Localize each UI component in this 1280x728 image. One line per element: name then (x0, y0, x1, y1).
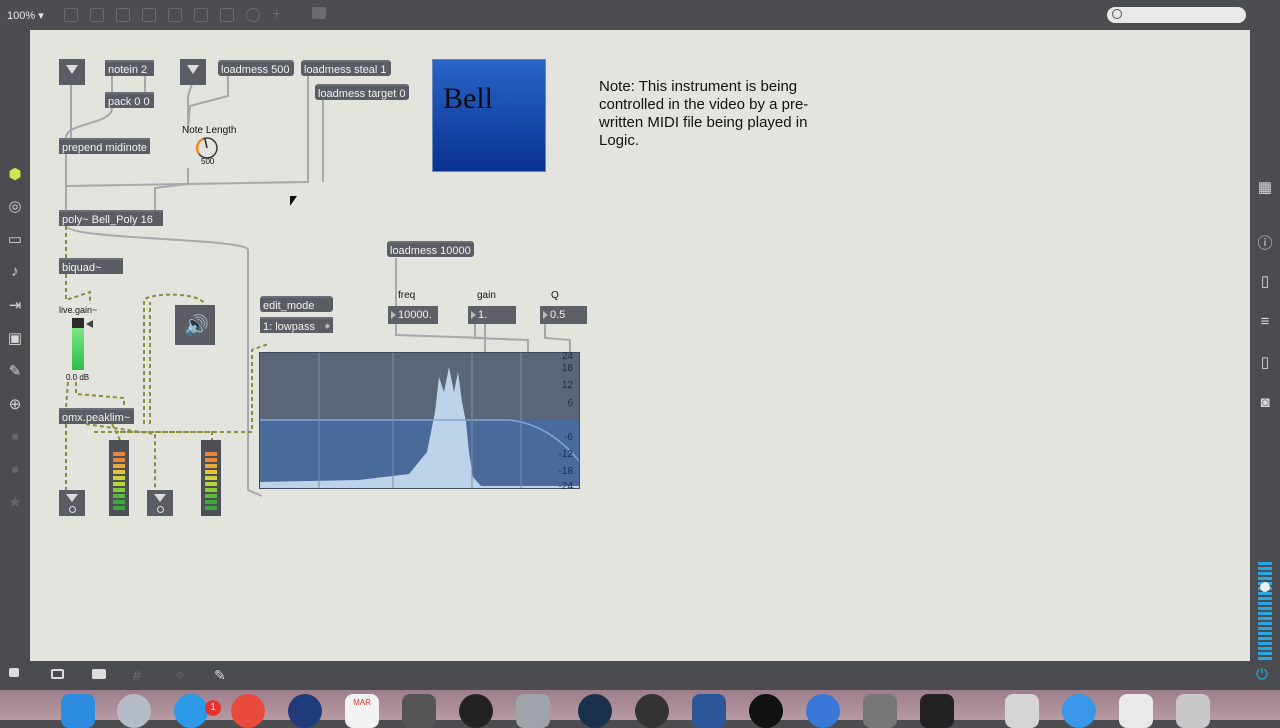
loadmess-target-object[interactable]: loadmess target 0 (315, 84, 409, 100)
speaker-icon: 🔊 (184, 315, 209, 337)
bell-title-panel: Bell (432, 59, 546, 172)
axis-label-6: 6 (567, 398, 573, 409)
live-gain-slider-handle[interactable] (72, 318, 84, 328)
mouse-cursor-icon (290, 196, 297, 206)
axis-label-neg18: -18 (558, 466, 573, 477)
axis-label-neg12: -12 (558, 449, 573, 460)
bang-arrow-icon (66, 65, 78, 74)
app-store-icon[interactable] (174, 694, 208, 728)
right-output-button[interactable] (147, 490, 173, 516)
note-length-value: 500 (201, 157, 215, 166)
axis-label-18: 18 (561, 363, 573, 374)
calendar-month: MAR (353, 698, 371, 707)
pack-object[interactable]: pack 0 0 (105, 92, 154, 108)
q-label: Q (551, 290, 559, 301)
left-output-button[interactable] (59, 490, 85, 516)
logic-icon[interactable] (578, 694, 612, 728)
chrome-icon[interactable] (231, 694, 265, 728)
launchpad-icon[interactable] (117, 694, 151, 728)
axis-label-neg6: -6 (564, 432, 573, 443)
dot-icon (69, 506, 76, 513)
biquad-object[interactable]: biquad~ (59, 258, 123, 274)
note-comment: Note: This instrument is being controlle… (599, 78, 809, 149)
word-icon[interactable] (692, 694, 726, 728)
finder-icon[interactable] (61, 694, 95, 728)
headphones-icon[interactable] (459, 694, 493, 728)
filter-mode-menu[interactable]: 1: lowpass ◆ (260, 317, 333, 333)
loadmess-10000-object[interactable]: loadmess 10000 (387, 241, 474, 257)
trash-icon[interactable] (1176, 694, 1210, 728)
comment-bubble-icon[interactable] (92, 669, 106, 679)
max-icon[interactable] (516, 694, 550, 728)
grid-toggle-icon[interactable]: # (133, 667, 141, 683)
gain-label: gain (477, 290, 496, 301)
safari-icon[interactable] (288, 694, 322, 728)
edit-mode-message[interactable]: edit_mode (260, 296, 333, 312)
wrench-icon[interactable]: ✎ (214, 667, 226, 684)
axis-label-12: 12 (561, 380, 573, 391)
lock-icon[interactable] (9, 668, 19, 677)
loadmess-500-object[interactable]: loadmess 500 (218, 60, 294, 76)
bottom-toolbar: # ✧ ✎ ⏻ (0, 661, 1280, 690)
right-level-meter (201, 440, 221, 516)
live-gain-label: live.gain~ (59, 305, 98, 315)
axis-label-24: 24 (561, 351, 573, 362)
x-app-icon[interactable] (749, 694, 783, 728)
gain-db-value: 0.0 dB (66, 373, 90, 382)
gain-number-box[interactable]: 1. (468, 306, 516, 324)
bang-button[interactable] (59, 59, 85, 85)
notein-object[interactable]: notein 2 (105, 60, 154, 76)
filtergraph[interactable] (259, 352, 580, 489)
freq-label: freq (398, 290, 416, 301)
bell-title: Bell (443, 82, 493, 115)
dac-speaker-button[interactable]: 🔊 (175, 305, 215, 345)
bang-button-note-length[interactable] (180, 59, 206, 85)
settings-icon[interactable] (863, 694, 897, 728)
file-icon[interactable] (1119, 694, 1153, 728)
stepper-icon: ◆ (324, 323, 330, 330)
omx-peaklim-object[interactable]: omx.peaklim~ (59, 408, 134, 424)
apps-folder-icon[interactable] (1062, 694, 1096, 728)
notification-badge: 1 (205, 700, 221, 716)
ableton-icon[interactable] (635, 694, 669, 728)
terminal-icon[interactable] (920, 694, 954, 728)
loadmess-steal-object[interactable]: loadmess steal 1 (301, 60, 391, 76)
presentation-icon[interactable] (51, 669, 64, 679)
dot-icon (157, 506, 164, 513)
axis-label-neg24: -24 (558, 481, 573, 492)
gain-pointer-icon (86, 320, 93, 328)
left-level-meter (109, 440, 129, 516)
bang-arrow-icon (187, 65, 199, 74)
prepend-object[interactable]: prepend midinote (59, 138, 150, 154)
down-arrow-icon (154, 494, 166, 502)
down-arrow-icon (66, 494, 78, 502)
note-length-label: Note Length (182, 125, 237, 136)
freq-number-box[interactable]: 10000. (388, 306, 438, 324)
power-icon[interactable]: ⏻ (1256, 666, 1268, 683)
photo-booth-icon[interactable] (402, 694, 436, 728)
snap-icon[interactable]: ✧ (174, 667, 186, 684)
poly-object[interactable]: poly~ Bell_Poly 16 (59, 210, 163, 226)
calendar-icon[interactable]: MAR (345, 694, 379, 728)
document-icon[interactable] (1005, 694, 1039, 728)
q-number-box[interactable]: 0.5 (540, 306, 587, 324)
globe-icon[interactable] (806, 694, 840, 728)
